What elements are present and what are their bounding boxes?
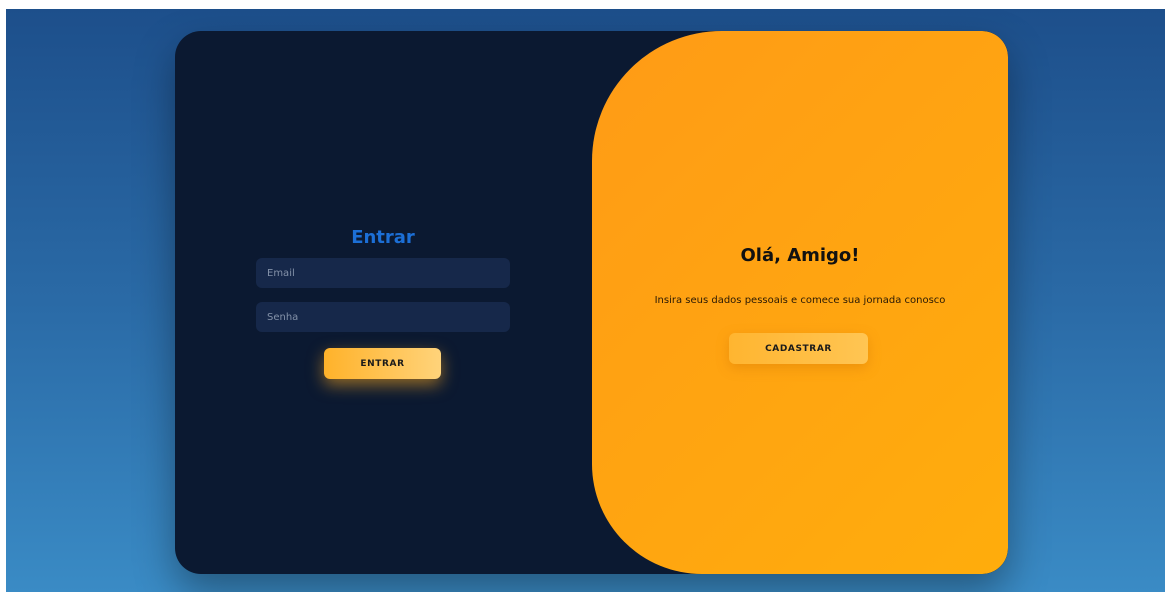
welcome-title: Olá, Amigo! [740, 245, 860, 266]
welcome-description: Insira seus dados pessoais e comece sua … [654, 295, 946, 306]
login-panel: Entrar ENTRAR [175, 31, 591, 574]
signup-panel: Olá, Amigo! Insira seus dados pessoais e… [592, 31, 1008, 574]
password-input[interactable] [256, 302, 510, 332]
login-title: Entrar [351, 227, 415, 248]
page-background: Entrar ENTRAR Olá, Amigo! Insira seus da… [6, 9, 1165, 592]
email-input[interactable] [256, 258, 510, 288]
login-button[interactable]: ENTRAR [324, 348, 441, 379]
signup-button[interactable]: CADASTRAR [729, 333, 868, 364]
auth-card: Entrar ENTRAR Olá, Amigo! Insira seus da… [175, 31, 1008, 574]
